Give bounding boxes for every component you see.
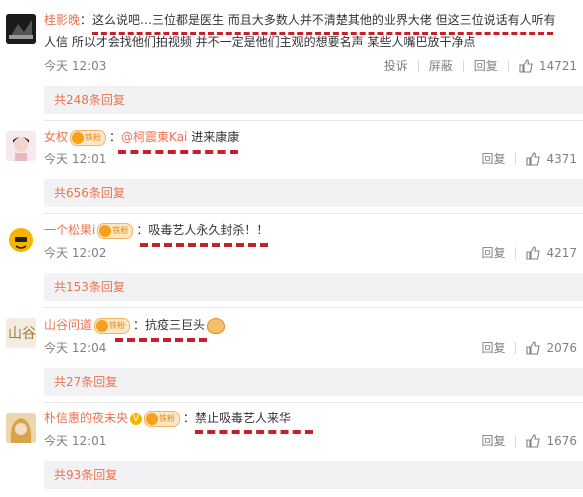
- like-count: 4371: [546, 152, 577, 166]
- comment-meta: 今天 12:04 回复 2076: [44, 340, 577, 356]
- reply-button[interactable]: 回复: [471, 245, 515, 261]
- comment-text: ：抗疫三巨头: [133, 318, 206, 332]
- avatar-image: [6, 14, 36, 44]
- comment-text: ：吸毒艺人永久封杀！！: [136, 223, 269, 237]
- fan-badge-icon: 铁粉: [94, 317, 131, 334]
- avatar[interactable]: [6, 224, 36, 254]
- svg-text:山谷: 山谷: [8, 326, 36, 342]
- username[interactable]: 一个松果i: [44, 223, 95, 237]
- divider: [44, 402, 583, 403]
- divider: [44, 120, 583, 121]
- comment-text: ：这么说吧…三位都是医生 而且大多数人并不清楚其他的业界大佬 但这三位说话有人听…: [80, 13, 556, 27]
- comment-line: 朴信惠的夜未央 V 铁粉 ：禁止吸毒艺人来华: [44, 408, 577, 428]
- reply-button[interactable]: 回复: [464, 58, 508, 74]
- avatar[interactable]: [6, 131, 36, 161]
- username[interactable]: 女权: [44, 130, 68, 144]
- username[interactable]: 朴信惠的夜未央: [44, 411, 128, 425]
- timestamp: 今天 12:01: [44, 152, 107, 166]
- timestamp: 今天 12:03: [44, 59, 107, 73]
- block-button[interactable]: 屏蔽: [419, 58, 463, 74]
- reply-button[interactable]: 回复: [471, 433, 515, 449]
- mention-link[interactable]: @柯震東Kai: [121, 130, 187, 144]
- replies-link[interactable]: 共93条回复: [44, 461, 583, 489]
- divider: [44, 213, 583, 214]
- like-button[interactable]: 14721: [509, 58, 577, 74]
- timestamp: 今天 12:01: [44, 434, 107, 448]
- comment-actions: 回复 4371: [471, 151, 577, 167]
- avatar[interactable]: [6, 413, 36, 443]
- comment-actions: 投诉 屏蔽 回复 14721: [374, 58, 577, 74]
- fan-badge-icon: 铁粉: [97, 222, 134, 239]
- replies-link[interactable]: 共153条回复: [44, 273, 583, 301]
- comment-text-2: 人信 所以才会找他们拍视频 并不一定是他们主观的想要名声 某些人嘴巴放干净点: [44, 35, 476, 49]
- username[interactable]: 山谷问道: [44, 318, 92, 332]
- avatar[interactable]: 山谷: [6, 318, 36, 348]
- replies-link[interactable]: 共27条回复: [44, 368, 583, 396]
- avatar-image: 山谷: [6, 318, 36, 348]
- like-button[interactable]: 2076: [516, 340, 577, 356]
- like-count: 1676: [546, 434, 577, 448]
- reply-button[interactable]: 回复: [471, 151, 515, 167]
- vip-icon: V: [130, 412, 143, 425]
- like-count: 14721: [538, 59, 577, 73]
- like-button[interactable]: 4217: [516, 245, 577, 261]
- thumb-up-icon: [519, 59, 533, 73]
- comment-meta: 今天 12:02 回复 4217: [44, 245, 577, 261]
- timestamp: 今天 12:02: [44, 246, 107, 260]
- fan-badge-icon: 铁粉: [144, 410, 181, 427]
- comment-text: 进来康康: [187, 130, 240, 144]
- avatar-image: [6, 413, 36, 443]
- comment-line: 桂影晚：这么说吧…三位都是医生 而且大多数人并不清楚其他的业界大佬 但这三位说话…: [44, 10, 577, 30]
- thumb-up-icon: [526, 246, 541, 260]
- comment-line: 山谷问道 铁粉 ：抗疫三巨头: [44, 315, 577, 335]
- like-button[interactable]: 4371: [516, 151, 577, 167]
- username[interactable]: 桂影晚: [44, 13, 80, 27]
- comment-meta: 今天 12:01 回复 4371: [44, 151, 577, 167]
- comment-meta: 今天 12:01 回复 1676: [44, 433, 577, 449]
- timestamp: 今天 12:04: [44, 341, 107, 355]
- like-count: 2076: [546, 341, 577, 355]
- comment-line: 女权 铁粉 ：@柯震東Kai 进来康康: [44, 129, 240, 146]
- replies-link[interactable]: 共248条回复: [44, 86, 583, 114]
- emoji-icon: [207, 317, 226, 334]
- comment-line: 一个松果i 铁粉 ：吸毒艺人永久封杀！！: [44, 220, 577, 240]
- thumb-up-icon: [526, 434, 541, 448]
- fan-badge-icon: 铁粉: [70, 129, 107, 146]
- like-count: 4217: [546, 246, 577, 260]
- comment-meta: 今天 12:03 投诉 屏蔽 回复 14721: [44, 58, 577, 74]
- avatar[interactable]: [6, 14, 36, 44]
- replies-link[interactable]: 共656条回复: [44, 179, 583, 207]
- comment-text: ：禁止吸毒艺人来华: [183, 411, 292, 425]
- annotation-underline: [92, 32, 553, 35]
- report-button[interactable]: 投诉: [374, 58, 418, 74]
- comment-actions: 回复 1676: [471, 433, 577, 449]
- thumb-up-icon: [526, 152, 541, 166]
- thumb-up-icon: [526, 341, 541, 355]
- comment-line-2: 人信 所以才会找他们拍视频 并不一定是他们主观的想要名声 某些人嘴巴放干净点: [44, 32, 577, 52]
- comment-actions: 回复 2076: [471, 340, 577, 356]
- reply-button[interactable]: 回复: [471, 340, 515, 356]
- like-button[interactable]: 1676: [516, 433, 577, 449]
- divider: [44, 307, 583, 308]
- avatar-image: [6, 131, 36, 161]
- avatar-image: [6, 224, 36, 254]
- comment-actions: 回复 4217: [471, 245, 577, 261]
